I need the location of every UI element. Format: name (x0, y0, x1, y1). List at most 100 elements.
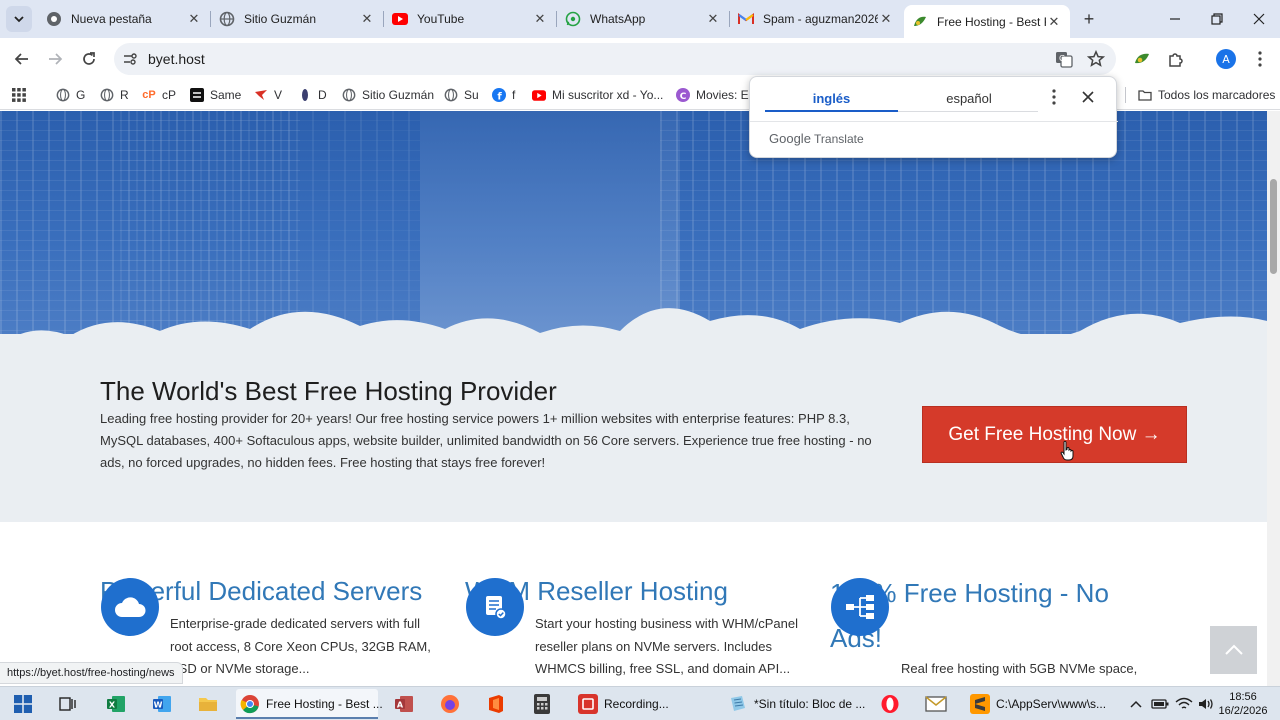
tab-nueva-pestana[interactable]: Nueva pestaña ✕ (38, 0, 210, 38)
bookmark-label: Sitio Guzmán (362, 88, 435, 102)
globe-icon (342, 88, 356, 102)
close-icon[interactable]: ✕ (878, 11, 894, 27)
bookmark-item[interactable]: R (100, 85, 129, 105)
volume-icon[interactable] (1194, 692, 1218, 716)
network-icon (831, 578, 889, 636)
close-window-button[interactable] (1238, 0, 1280, 38)
access-icon[interactable]: A (392, 692, 416, 716)
calculator-icon[interactable] (530, 692, 554, 716)
minimize-button[interactable] (1154, 0, 1196, 38)
wifi-icon[interactable] (1172, 692, 1196, 716)
tab-title: WhatsApp (590, 12, 646, 26)
get-free-hosting-button[interactable]: Get Free Hosting Now → (922, 406, 1187, 463)
scroll-to-top-button[interactable] (1210, 626, 1257, 674)
tab-baseline (898, 111, 1038, 112)
address-bar[interactable]: byet.host G (114, 43, 1116, 75)
minimize-icon (1170, 18, 1180, 20)
feature-description: Real free hosting with 5GB NVMe space, (901, 661, 1138, 676)
bookmark-item[interactable]: V (254, 85, 282, 105)
tab-sitio-guzman[interactable]: Sitio Guzmán ✕ (211, 0, 383, 38)
notepad-icon (728, 694, 748, 714)
translate-icon[interactable]: G (1054, 49, 1074, 74)
bookmark-item[interactable]: D (298, 85, 327, 105)
tab-spam-gmail[interactable]: Spam - aguzman2026 ✕ (730, 0, 902, 38)
extension-icon[interactable] (1130, 47, 1154, 71)
close-icon[interactable]: ✕ (532, 11, 548, 27)
svg-text:A: A (397, 701, 404, 710)
all-bookmarks-folder[interactable]: Todos los marcadores (1138, 85, 1275, 105)
excel-icon[interactable]: X (104, 692, 128, 716)
bookmark-item[interactable]: Su (444, 85, 479, 105)
system-clock[interactable]: 18:56 16/2/2026 (1218, 690, 1268, 718)
new-tab-button[interactable]: + (1078, 8, 1100, 30)
more-menu-icon[interactable] (1248, 47, 1272, 71)
back-button[interactable] (10, 47, 34, 71)
email-app-icon[interactable] (924, 692, 948, 716)
profile-avatar[interactable]: A (1214, 47, 1238, 71)
bookmark-label: f (512, 88, 516, 102)
arrow-left-icon (14, 53, 28, 65)
bookmark-star-icon[interactable] (1086, 49, 1106, 73)
bookmark-item[interactable]: G (56, 85, 85, 105)
translate-target-tab[interactable]: español (900, 91, 1038, 106)
bookmark-item[interactable]: Same (190, 85, 241, 105)
bookmark-label: R (120, 88, 129, 102)
tab-search-button[interactable] (6, 6, 32, 32)
scrollbar-thumb[interactable] (1270, 179, 1277, 274)
active-indicator (236, 717, 378, 719)
forward-button[interactable] (43, 47, 67, 71)
bird-icon (254, 88, 268, 102)
site-info-icon[interactable] (122, 51, 138, 72)
opera-icon[interactable] (878, 692, 902, 716)
bookmark-item[interactable]: Mi suscritor xd - Yo... (532, 85, 663, 105)
clock-time: 18:56 (1229, 691, 1257, 703)
translate-options-icon[interactable] (1052, 89, 1056, 110)
windows-start-icon[interactable] (11, 692, 35, 716)
taskbar-app-label: Free Hosting - Best ... (266, 697, 383, 711)
close-icon[interactable]: ✕ (1046, 14, 1062, 30)
close-icon[interactable]: ✕ (705, 11, 721, 27)
firefox-icon[interactable] (438, 692, 462, 716)
apps-icon[interactable] (12, 85, 26, 105)
reload-button[interactable] (77, 47, 101, 71)
bookmark-item[interactable]: C Movies: El (676, 85, 751, 105)
page-title: The World's Best Free Hosting Provider (100, 376, 557, 406)
bookmark-label: Movies: El (696, 88, 752, 102)
google-translate-brand: Google Translate (769, 131, 864, 146)
taskbar-sublime[interactable]: C:\AppServ\www\s... (966, 689, 1111, 719)
bookmark-item[interactable]: cP cP (142, 85, 176, 105)
hero-description: Leading free hosting provider for 20+ ye… (100, 411, 872, 470)
page-scrollbar[interactable] (1267, 111, 1280, 686)
tab-whatsapp[interactable]: WhatsApp ✕ (557, 0, 729, 38)
close-icon[interactable]: ✕ (359, 11, 375, 27)
chevron-up-icon[interactable] (1124, 692, 1148, 716)
bookmark-label: Su (464, 88, 479, 102)
bookmark-item[interactable]: Sitio Guzmán (342, 85, 434, 105)
close-icon[interactable]: ✕ (186, 11, 202, 27)
taskbar-recording[interactable]: Recording... (574, 689, 704, 719)
tab-youtube[interactable]: YouTube ✕ (384, 0, 556, 38)
tab-free-hosting[interactable]: Free Hosting - Best Free ✕ (904, 5, 1070, 38)
url-text[interactable]: byet.host (148, 51, 205, 67)
word-icon[interactable]: W (150, 692, 174, 716)
close-icon[interactable] (1082, 90, 1094, 108)
hand-cursor-icon (1060, 440, 1074, 461)
taskbar-chrome[interactable]: Free Hosting - Best ... (236, 689, 383, 719)
tab-title: YouTube (417, 12, 465, 26)
youtube-icon (532, 88, 546, 102)
tab-title: Sitio Guzmán (244, 12, 317, 26)
office-icon[interactable] (484, 692, 508, 716)
chrome-icon (240, 694, 260, 714)
globe-icon (219, 11, 235, 27)
sublime-icon (970, 694, 990, 714)
taskbar-app-label: Recording... (604, 697, 669, 711)
task-view-icon[interactable] (56, 692, 80, 716)
restore-button[interactable] (1196, 0, 1238, 38)
battery-icon[interactable] (1148, 692, 1172, 716)
taskbar-notepad[interactable]: *Sin título: Bloc de ... (724, 689, 865, 719)
bookmark-item[interactable]: f f (492, 85, 515, 105)
translate-source-tab[interactable]: inglés (765, 91, 898, 106)
extensions-puzzle-icon[interactable] (1164, 47, 1188, 71)
file-explorer-icon[interactable] (196, 692, 220, 716)
feature-description: Enterprise-grade dedicated servers with … (170, 616, 431, 676)
